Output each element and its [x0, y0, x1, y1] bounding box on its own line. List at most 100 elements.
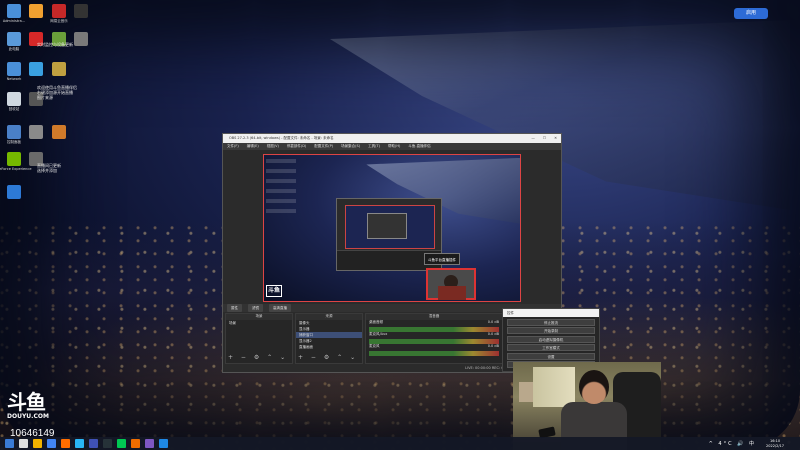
- webcam-person-body: [438, 286, 466, 300]
- desktop-notice: 实时监控与设备更新: [37, 42, 73, 47]
- menu-profile[interactable]: 配置文件(P): [314, 143, 333, 150]
- taskbar-app-icon[interactable]: [61, 439, 70, 448]
- desktop-icon[interactable]: [48, 125, 70, 140]
- app-icon: [7, 4, 21, 18]
- app-icon: [29, 62, 43, 76]
- menu-douyu[interactable]: 斗鱼-直播伴侣: [408, 143, 430, 150]
- mixer-channel: 麦克风/Aux 0.0 dB: [369, 332, 499, 336]
- filters-button[interactable]: 滤镜: [248, 304, 263, 312]
- stop-stream-button[interactable]: 停止推流: [507, 318, 595, 326]
- desktop-icon[interactable]: Network: [3, 62, 25, 81]
- desktop-icon[interactable]: 控制面板: [3, 125, 25, 145]
- desktop-icon-label: GeForce Experience: [0, 167, 32, 171]
- mixer-channel: 桌面音频 0.0 dB: [369, 320, 499, 324]
- app-icon: [7, 62, 21, 76]
- desktop-icon[interactable]: GeForce Experience: [0, 152, 31, 171]
- plugin-tooltip: 斗鱼平台直播插件: [424, 253, 460, 265]
- nested-preview-inner: [367, 213, 407, 239]
- obs-menubar: 文件(F) 编辑(E) 视图(V) 停靠部件(D) 配置文件(P) 场景集合(S…: [223, 143, 561, 150]
- douyu-logo: 斗鱼 DOUYU.COM: [7, 386, 59, 420]
- desktop-icon-label: 网易云音乐: [50, 19, 68, 23]
- desktop-notice: 直播间已更新 选择并添加: [37, 163, 61, 173]
- desktop-icon-label: Network: [6, 77, 22, 81]
- desktop-icon[interactable]: [25, 4, 47, 19]
- scenes-dock: 场景 场景 + − ⚙ ⌃ ⌄: [225, 313, 293, 364]
- maximize-button[interactable]: ☐: [543, 134, 546, 143]
- taskbar-app-icon[interactable]: [47, 439, 56, 448]
- mixer-dock: 混音器 桌面音频 0.0 dB 麦克风/Aux 0.0 dB 麦克风 0.0 dB: [365, 313, 503, 364]
- hd-live-button[interactable]: 高清直播: [269, 304, 291, 312]
- source-item[interactable]: 直播画面: [296, 344, 362, 350]
- obs-title: OBS 27.2.3 (64-bit, windows) - 配置文件: 未命名…: [229, 136, 334, 140]
- bookshelf: [533, 367, 575, 407]
- streamer-head: [579, 370, 609, 404]
- taskbar-app-icon[interactable]: [5, 439, 14, 448]
- desktop-icon[interactable]: 回收站: [3, 92, 25, 112]
- app-icon: [52, 125, 66, 139]
- taskbar-app-icon[interactable]: [75, 439, 84, 448]
- preview-webcam-source[interactable]: [426, 268, 476, 300]
- app-icon: [7, 152, 21, 166]
- preview-desktop-icons: [266, 159, 296, 219]
- windows-taskbar: ^ 4°C 🔊 中 16:10 2022/2/17: [0, 437, 800, 450]
- source-controls[interactable]: + − ⚙ ⌃ ⌄: [298, 354, 358, 361]
- desktop-icon[interactable]: [3, 185, 25, 200]
- scene-controls[interactable]: + − ⚙ ⌃ ⌄: [228, 354, 288, 361]
- menu-scene-collection[interactable]: 场景集合(S): [341, 143, 360, 150]
- top-right-badge[interactable]: 启用: [734, 8, 768, 19]
- studio-mode-button[interactable]: 工作室模式: [507, 344, 595, 351]
- desktop-icon[interactable]: Administra...: [3, 4, 25, 23]
- menu-edit[interactable]: 编辑(E): [247, 143, 259, 150]
- taskbar-app-icon[interactable]: [89, 439, 98, 448]
- minimize-button[interactable]: —: [531, 134, 535, 143]
- app-icon: [29, 125, 43, 139]
- taskbar-app-icon[interactable]: [19, 439, 28, 448]
- desktop-icon-label: 控制面板: [7, 140, 21, 144]
- app-icon: [7, 185, 21, 199]
- settings-button[interactable]: 设置: [507, 352, 595, 360]
- desktop-icon[interactable]: [48, 62, 70, 77]
- volume-meter[interactable]: [369, 351, 499, 356]
- desktop-icon[interactable]: 网易云音乐: [48, 4, 70, 24]
- taskbar-app-icon[interactable]: [117, 439, 126, 448]
- taskbar-app-icon[interactable]: [145, 439, 154, 448]
- douyu-logo-mark: 斗鱼: [7, 390, 46, 414]
- app-icon: [7, 125, 21, 139]
- volume-meter[interactable]: [369, 327, 499, 332]
- menu-help[interactable]: 帮助(H): [388, 143, 400, 150]
- preview-douyu-badge: 斗鱼: [266, 285, 282, 297]
- controls-header: 控件: [503, 309, 599, 317]
- app-icon: [7, 32, 21, 46]
- virtual-camera-button[interactable]: 启动虚拟摄像机: [507, 335, 595, 343]
- menu-file[interactable]: 文件(F): [227, 143, 239, 150]
- mixer-channel: 麦克风 0.0 dB: [369, 344, 499, 348]
- app-icon: [29, 4, 43, 18]
- desktop-icon[interactable]: 此电脑: [3, 32, 25, 52]
- taskbar-app-icon[interactable]: [131, 439, 140, 448]
- desktop-icon-label: 回收站: [8, 107, 20, 111]
- clock-date: 2022/2/17: [766, 444, 784, 448]
- desktop-icon-label: 此电脑: [8, 47, 20, 51]
- sources-dock: 来源 摄像头 显示器 捕获窗口 显示器2 直播画面 + − ⚙ ⌃ ⌄: [295, 313, 363, 364]
- close-button[interactable]: ✕: [554, 134, 557, 143]
- start-recording-button[interactable]: 开始录制: [507, 327, 595, 334]
- volume-meter[interactable]: [369, 339, 499, 344]
- taskbar-app-icon[interactable]: [33, 439, 42, 448]
- desktop-icon[interactable]: [70, 4, 92, 19]
- taskbar-clock[interactable]: 16:10 2022/2/17: [766, 439, 784, 449]
- douyu-site: DOUYU.COM: [7, 413, 49, 420]
- scene-item[interactable]: 场景: [226, 320, 292, 326]
- menu-view[interactable]: 视图(V): [267, 143, 279, 150]
- desktop-icon[interactable]: [25, 62, 47, 77]
- obs-title-bar[interactable]: OBS 27.2.3 (64-bit, windows) - 配置文件: 未命名…: [223, 134, 561, 143]
- menu-tools[interactable]: 工具(T): [368, 143, 380, 150]
- system-tray[interactable]: ^ 4°C 🔊 中: [709, 440, 756, 447]
- menu-docks[interactable]: 停靠部件(D): [287, 143, 306, 150]
- taskbar-app-icon[interactable]: [103, 439, 112, 448]
- desktop-icon[interactable]: [25, 125, 47, 140]
- obs-preview[interactable]: 斗鱼平台直播插件 斗鱼: [263, 154, 521, 302]
- app-icon: [52, 4, 66, 18]
- properties-button[interactable]: 属性: [227, 304, 242, 312]
- taskbar-app-icon[interactable]: [159, 439, 168, 448]
- desktop-notice: 欢迎使用斗鱼直播伴侣 右键添加源开始直播 图片来源: [37, 85, 77, 100]
